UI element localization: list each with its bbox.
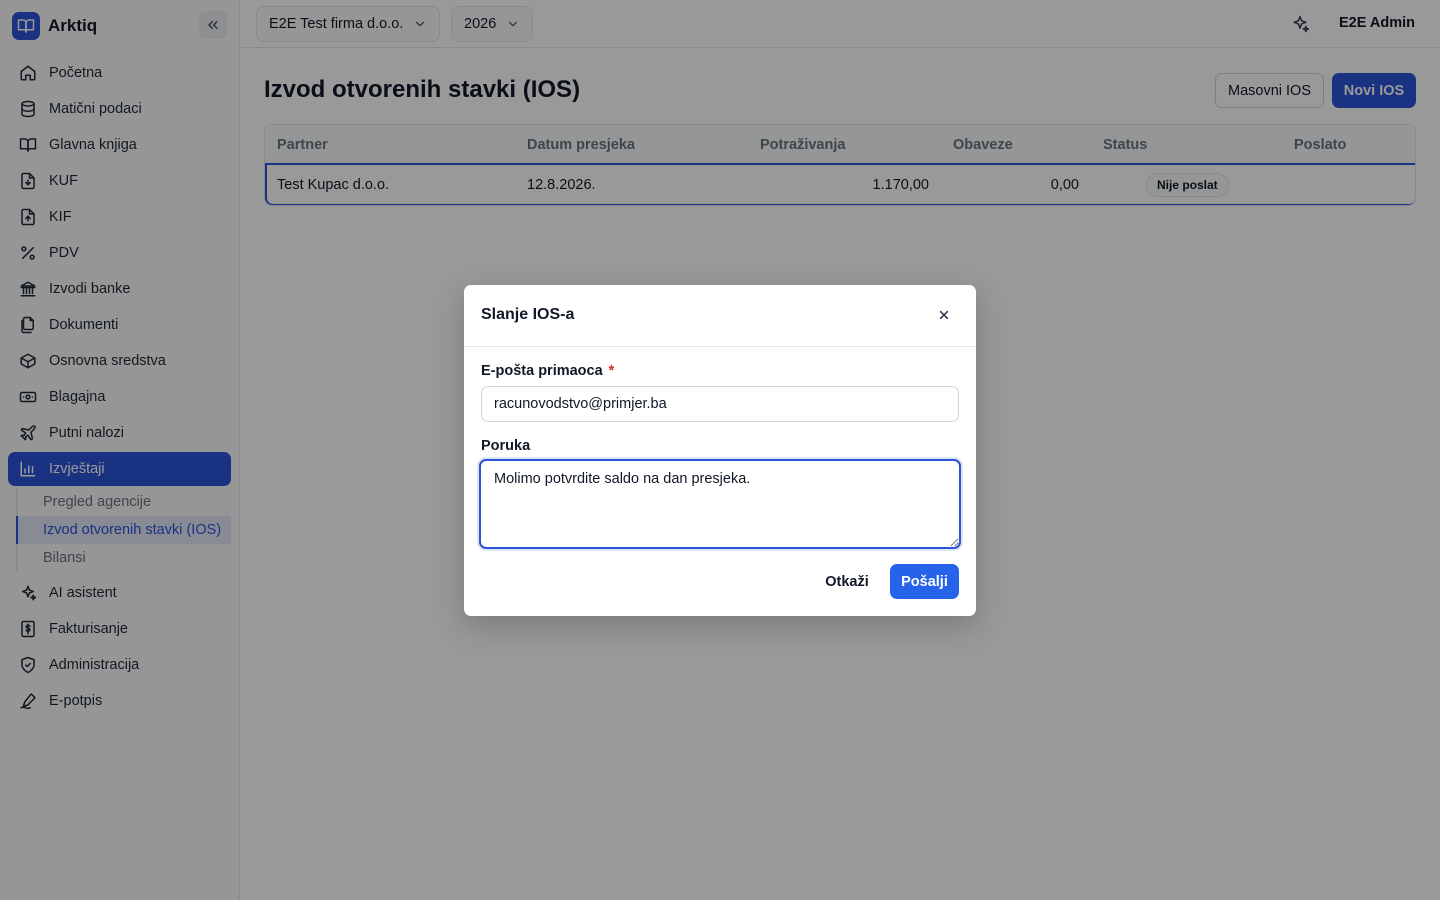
close-icon[interactable] bbox=[936, 307, 952, 323]
email-label-text: E-pošta primaoca bbox=[481, 363, 603, 379]
dialog-header: Slanje IOS-a bbox=[464, 285, 976, 347]
cancel-button[interactable]: Otkaži bbox=[816, 564, 878, 599]
recipient-email-field[interactable] bbox=[481, 386, 959, 422]
email-label: E-pošta primaoca * bbox=[481, 363, 614, 379]
message-label: Poruka bbox=[481, 438, 531, 454]
send-ios-dialog: Slanje IOS-a E-pošta primaoca * Poruka Mo… bbox=[464, 285, 976, 616]
required-mark: * bbox=[608, 363, 615, 379]
dialog-title: Slanje IOS-a bbox=[481, 306, 575, 323]
message-textarea[interactable]: Molimo potvrdite saldo na dan presjeka. bbox=[479, 459, 961, 549]
send-button[interactable]: Pošalji bbox=[890, 564, 959, 599]
